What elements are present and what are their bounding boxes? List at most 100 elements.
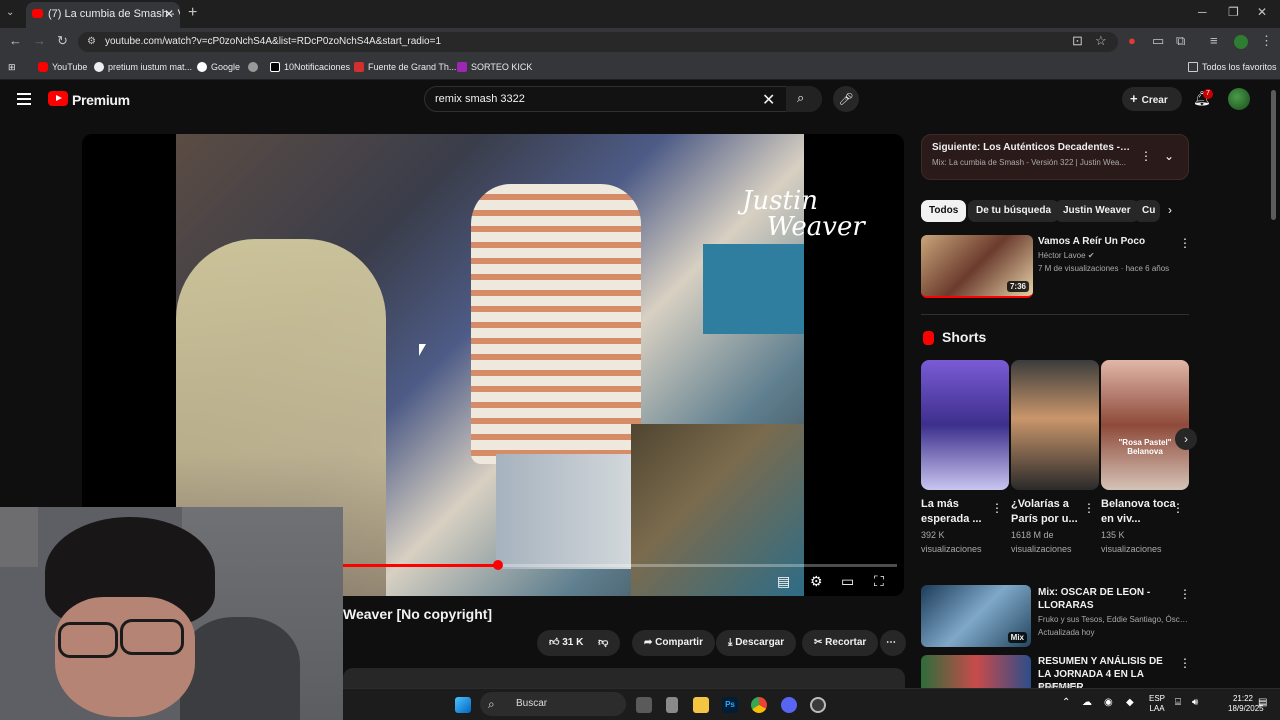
- short-1-menu-icon[interactable]: ⋮: [991, 501, 1003, 515]
- rec2-thumbnail[interactable]: Mix: [921, 585, 1031, 647]
- clock[interactable]: 21:22 18/9/2025: [1228, 694, 1264, 714]
- logo-premium[interactable]: Premium: [72, 92, 130, 108]
- minimize-icon[interactable]: ─: [1198, 5, 1207, 19]
- taskbar-search[interactable]: ⌕ Buscar: [480, 692, 626, 716]
- progress-bar[interactable]: [343, 564, 897, 567]
- rec3-menu-icon[interactable]: ⋮: [1179, 656, 1191, 670]
- install-app-icon[interactable]: ⊡: [1072, 33, 1083, 49]
- chip-cu[interactable]: Cu: [1134, 200, 1160, 222]
- search-button[interactable]: ⌕: [786, 86, 822, 112]
- short-1-thumbnail[interactable]: [921, 360, 1009, 490]
- rec1-thumbnail[interactable]: 7:36: [921, 235, 1033, 298]
- fullscreen-icon[interactable]: ⛶: [874, 573, 884, 590]
- tray-nvidia-icon[interactable]: ◆: [1126, 698, 1134, 708]
- discord-icon[interactable]: [781, 697, 797, 713]
- forward-icon[interactable]: →: [33, 33, 46, 48]
- steam-icon[interactable]: [810, 697, 826, 713]
- rec2-title[interactable]: Mix: OSCAR DE LEON - LLORARAS: [1038, 586, 1173, 612]
- short-1-title[interactable]: La más esperada ...: [921, 497, 1001, 527]
- description-box[interactable]: [343, 668, 905, 688]
- bookmark-pretium[interactable]: pretium iustum mat...: [94, 62, 192, 72]
- tray-app-icon[interactable]: ◉: [1104, 698, 1113, 708]
- network-icon[interactable]: ⌸: [1175, 698, 1181, 708]
- chip-todos[interactable]: Todos: [921, 200, 967, 222]
- profile-avatar-icon[interactable]: [1234, 35, 1248, 49]
- tray-overflow-icon[interactable]: ⌃: [1062, 698, 1070, 708]
- settings-gear-icon[interactable]: ⚙: [810, 573, 823, 590]
- bookmark-10notificaciones[interactable]: 10Notificaciones: [270, 62, 350, 72]
- short-3-menu-icon[interactable]: ⋮: [1172, 501, 1184, 515]
- more-actions-icon[interactable]: ⋯: [880, 630, 906, 656]
- all-bookmarks[interactable]: Todos los favoritos: [1188, 62, 1277, 72]
- expand-chevron-down-icon[interactable]: ⌄: [1164, 149, 1174, 163]
- language-indicator[interactable]: ESP LAA: [1147, 694, 1167, 714]
- playlist-menu-icon[interactable]: ⋮: [1140, 149, 1152, 163]
- taskbar-app-icon[interactable]: [666, 697, 678, 713]
- chrome-icon[interactable]: [751, 697, 767, 713]
- bookmark-star-icon[interactable]: ☆: [1095, 33, 1107, 49]
- clear-search-icon[interactable]: ✕: [762, 90, 775, 110]
- extensions-puzzle-icon[interactable]: ⧉: [1176, 33, 1185, 49]
- shorts-next-chevron-icon[interactable]: ›: [1175, 428, 1197, 450]
- theater-mode-icon[interactable]: ▭: [841, 573, 854, 590]
- short-2-menu-icon[interactable]: ⋮: [1083, 501, 1095, 515]
- tab-title: (7) La cumbia de Smash - Versió: [48, 8, 180, 20]
- next-up-subtitle: Mix: La cumbia de Smash - Versión 322 | …: [932, 158, 1127, 167]
- rec3-thumbnail[interactable]: [921, 655, 1031, 688]
- bookmark-youtube[interactable]: YouTube: [38, 62, 87, 72]
- file-explorer-icon[interactable]: [693, 697, 709, 713]
- bookmark-fuente-gta[interactable]: Fuente de Grand Th...: [354, 62, 456, 72]
- bookmark-google[interactable]: Google: [197, 62, 240, 72]
- windows-start-icon[interactable]: [455, 697, 471, 713]
- chips-next-chevron-icon[interactable]: ›: [1168, 203, 1172, 217]
- tab-list-icon[interactable]: ⌄: [6, 7, 14, 18]
- rec1-title[interactable]: Vamos A Reír Un Poco: [1038, 235, 1173, 248]
- short-3-thumbnail[interactable]: "Rosa Pastel" Belanova: [1101, 360, 1189, 490]
- notification-center-icon[interactable]: ▤: [1258, 698, 1267, 708]
- photoshop-icon[interactable]: Ps: [722, 697, 738, 713]
- chip-de-tu-busqueda[interactable]: De tu búsqueda: [968, 200, 1060, 222]
- chip-justin-weaver[interactable]: Justin Weaver: [1055, 200, 1139, 222]
- background-table: [703, 244, 804, 334]
- browser-tab[interactable]: (7) La cumbia de Smash - Versió ✕: [26, 2, 180, 28]
- short-3-title[interactable]: Belanova toca en viv...: [1101, 497, 1181, 527]
- short-2-title[interactable]: ¿Volarías a París por u...: [1011, 497, 1091, 527]
- rec1-duration: 7:36: [1006, 281, 1029, 292]
- video-title: Weaver [No copyright]: [343, 606, 493, 622]
- rec1-menu-icon[interactable]: ⋮: [1179, 236, 1191, 250]
- back-icon[interactable]: ←: [9, 33, 22, 48]
- voice-search-mic-icon[interactable]: 🎤︎: [833, 86, 859, 112]
- rec1-meta: 7 M de visualizaciones · hace 6 años: [1038, 264, 1170, 273]
- short-2-thumbnail[interactable]: [1011, 360, 1099, 490]
- onedrive-icon[interactable]: ☁: [1082, 698, 1092, 708]
- close-window-icon[interactable]: ✕: [1257, 5, 1267, 19]
- address-bar[interactable]: youtube.com/watch?v=cP0zoNchS4A&list=RDc…: [78, 32, 1118, 52]
- maximize-icon[interactable]: ❐: [1228, 5, 1239, 19]
- clip-button[interactable]: ✂ Recortar: [802, 630, 879, 656]
- like-button[interactable]: 👍︎ 31 K 👎︎: [537, 630, 621, 656]
- page-scrollbar[interactable]: [1271, 90, 1276, 220]
- site-info-icon[interactable]: ⚙: [87, 36, 96, 47]
- youtube-logo-icon[interactable]: [48, 91, 68, 106]
- new-tab-icon[interactable]: +: [188, 4, 197, 22]
- browser-menu-icon[interactable]: ⋮: [1260, 33, 1273, 49]
- account-avatar[interactable]: [1228, 88, 1250, 110]
- bookmark-sorteo-kick[interactable]: SORTEO KICK: [457, 62, 532, 72]
- shorts-icon: [923, 331, 934, 345]
- download-button[interactable]: ⤓ Descargar: [716, 630, 797, 656]
- bookmark-globe-icon[interactable]: [248, 62, 262, 72]
- share-button[interactable]: ➦ Compartir: [632, 630, 715, 656]
- rec2-menu-icon[interactable]: ⋮: [1179, 587, 1191, 601]
- reload-icon[interactable]: ↻: [57, 33, 68, 49]
- media-control-icon[interactable]: ≡: [1210, 33, 1218, 48]
- create-button[interactable]: + Crear: [1122, 87, 1182, 111]
- extension-icon-2[interactable]: ▭: [1152, 33, 1164, 49]
- subtitles-icon[interactable]: ▤: [777, 573, 790, 590]
- task-view-icon[interactable]: [636, 697, 652, 713]
- apps-grid-icon[interactable]: ⊞: [8, 62, 16, 73]
- volume-icon[interactable]: 🔊︎: [1192, 698, 1198, 708]
- menu-icon[interactable]: [17, 93, 31, 105]
- close-tab-icon[interactable]: ✕: [164, 2, 174, 26]
- extension-icon[interactable]: ●: [1128, 33, 1136, 48]
- dislike-icon[interactable]: 👎︎: [598, 637, 608, 648]
